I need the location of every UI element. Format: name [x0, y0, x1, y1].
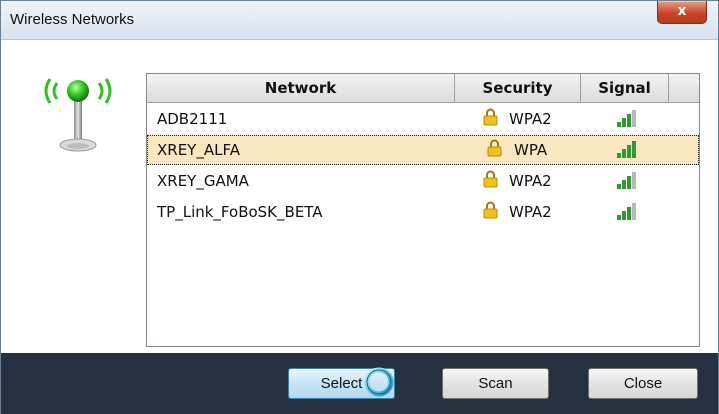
- title-bar: Wireless Networks x: [1, 1, 718, 40]
- network-name: XREY_ALFA: [157, 141, 240, 159]
- window-close-button[interactable]: x: [657, 1, 707, 24]
- wireless-networks-window: Wireless Networks x Network Security Sig…: [0, 0, 719, 414]
- security-type: WPA2: [509, 110, 552, 128]
- lock-icon: [483, 201, 498, 219]
- close-button[interactable]: Close: [588, 368, 698, 399]
- scan-button-label: Scan: [478, 375, 513, 392]
- wireless-antenna-icon: [44, 78, 112, 152]
- close-button-label: Close: [623, 375, 663, 392]
- column-header-security[interactable]: Security: [455, 74, 581, 102]
- lock-icon: [487, 139, 502, 157]
- column-header-signal[interactable]: Signal: [581, 74, 669, 102]
- column-header-network[interactable]: Network: [147, 74, 455, 102]
- network-name: ADB2111: [157, 110, 228, 128]
- network-name: XREY_GAMA: [157, 172, 249, 190]
- close-icon: x: [677, 3, 687, 19]
- network-row[interactable]: XREY_GAMA WPA2: [147, 166, 699, 196]
- network-row[interactable]: XREY_ALFA WPA: [147, 135, 699, 165]
- signal-strength-icon: [615, 170, 639, 190]
- signal-strength-icon: [615, 201, 639, 221]
- network-list[interactable]: Network Security Signal ADB2111 WPA2 XREY_…: [146, 73, 700, 347]
- lock-icon: [483, 170, 498, 188]
- busy-spinner-icon: [364, 367, 394, 397]
- security-type: WPA: [514, 141, 548, 159]
- network-name: TP_Link_FoBoSK_BETA: [157, 203, 323, 221]
- lock-icon: [483, 108, 498, 126]
- signal-strength-icon: [615, 139, 639, 159]
- signal-strength-icon: [615, 108, 639, 128]
- network-row[interactable]: ADB2111 WPA2: [147, 104, 699, 134]
- list-header: Network Security Signal: [147, 74, 699, 103]
- security-type: WPA2: [509, 172, 552, 190]
- scan-button[interactable]: Scan: [442, 368, 549, 399]
- security-type: WPA2: [509, 203, 552, 221]
- network-row[interactable]: TP_Link_FoBoSK_BETA WPA2: [147, 197, 699, 227]
- select-button-label: Select: [320, 375, 363, 392]
- window-title: Wireless Networks: [10, 11, 135, 28]
